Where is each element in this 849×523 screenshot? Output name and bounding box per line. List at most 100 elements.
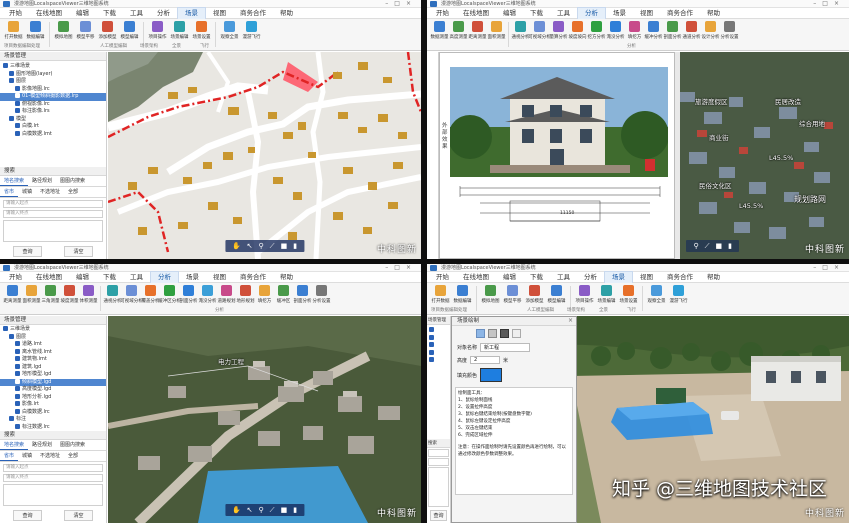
- menu-item[interactable]: 编辑: [496, 8, 523, 19]
- tree-node[interactable]: 三维场景: [0, 326, 106, 334]
- polygon-icon[interactable]: ■: [281, 504, 288, 516]
- start-input[interactable]: 请输入起点: [3, 200, 103, 208]
- map-view[interactable]: ✋ ↖ ⚲ ⟋ ■ ▮ 中科图新: [108, 52, 421, 259]
- menu-item[interactable]: 在线地图: [29, 272, 69, 283]
- menu-item[interactable]: 商务合作: [233, 272, 273, 283]
- ribbon-button[interactable]: 观察全景: [219, 21, 240, 48]
- menu-item[interactable]: 视图: [206, 272, 233, 283]
- ribbon-button[interactable]: 地形规划: [236, 285, 255, 312]
- query-button[interactable]: 查询: [430, 510, 447, 521]
- tree-node[interactable]: 高度模型.lgd: [0, 386, 106, 394]
- height-input[interactable]: 2: [470, 356, 501, 364]
- menu-item-active[interactable]: 场景: [177, 7, 206, 19]
- menu-item[interactable]: 视图: [633, 272, 660, 283]
- ribbon-button[interactable]: 量算分析: [549, 21, 568, 48]
- ribbon-button[interactable]: 缓冲区: [274, 285, 293, 312]
- checkbox-icon[interactable]: [9, 78, 14, 83]
- tree-node[interactable]: 建筑物.lmt: [0, 356, 106, 364]
- ribbon-button[interactable]: 模型平移: [75, 21, 96, 48]
- tree-node[interactable]: 白模数据.lrc: [0, 408, 106, 417]
- ribbon-button[interactable]: 挖方分析: [587, 21, 606, 48]
- menu-item[interactable]: 场景: [606, 8, 633, 19]
- query-button[interactable]: 查询: [13, 510, 42, 521]
- menu-item[interactable]: 分析: [150, 8, 177, 19]
- tab-place-search[interactable]: 地名搜索: [0, 440, 29, 450]
- checkbox-icon[interactable]: [9, 115, 14, 121]
- tree-node[interactable]: 道路.lmt: [0, 341, 106, 349]
- tree-node[interactable]: [429, 342, 448, 350]
- ribbon-button[interactable]: 体积测量: [79, 285, 98, 312]
- clear-button[interactable]: 清空: [64, 510, 93, 521]
- window-controls[interactable]: –□×: [385, 264, 417, 272]
- menu-item-active[interactable]: 分析: [150, 271, 179, 283]
- tree-node[interactable]: 图层: [0, 78, 106, 86]
- checkbox-icon[interactable]: [15, 130, 20, 136]
- menu-item[interactable]: 商务合作: [233, 8, 273, 19]
- start-input[interactable]: [428, 449, 449, 457]
- end-input[interactable]: 请输入终点: [3, 210, 103, 218]
- menu-item[interactable]: 开始: [429, 272, 456, 283]
- ribbon-button[interactable]: 模型平移: [502, 285, 523, 312]
- pin-icon[interactable]: ⚲: [259, 504, 264, 516]
- extrude-icon[interactable]: [500, 329, 509, 338]
- menu-item-active[interactable]: 场景: [604, 271, 633, 283]
- tree-node[interactable]: 图层: [0, 333, 106, 342]
- dialog-close-icon[interactable]: ×: [568, 317, 573, 324]
- ribbon-button[interactable]: 缓冲分析: [644, 21, 663, 48]
- menu-item[interactable]: 开始: [429, 8, 456, 19]
- ribbon-button[interactable]: 距离测量: [468, 21, 487, 48]
- scene-view[interactable]: 电力工程 ✋ ↖ ⚲ ⟋ ■ ▮ 中科图新: [108, 316, 421, 523]
- subtab[interactable]: 全部: [64, 451, 82, 461]
- ribbon-button[interactable]: 分析设置: [720, 21, 739, 48]
- checkbox-icon[interactable]: [9, 70, 14, 76]
- tree-node[interactable]: 地形模型.lgd: [0, 371, 106, 379]
- ribbon-button[interactable]: 通道分析: [682, 21, 701, 48]
- menu-item[interactable]: 开始: [2, 8, 29, 19]
- pin-icon[interactable]: ⚲: [693, 240, 698, 252]
- ribbon-button[interactable]: 高度测量: [449, 21, 468, 48]
- name-input[interactable]: 新工程: [480, 343, 531, 352]
- tree-node[interactable]: 图形地图(layer): [0, 70, 106, 79]
- polyline-icon[interactable]: [476, 329, 485, 338]
- checkbox-icon[interactable]: [3, 63, 8, 68]
- menu-item[interactable]: 编辑: [69, 8, 96, 19]
- chart-icon[interactable]: ▮: [728, 240, 732, 252]
- subtab[interactable]: 城镇: [18, 451, 36, 461]
- tree-node-selected[interactable]: 倾斜模型.lgd: [0, 378, 106, 386]
- subtab[interactable]: 省市: [0, 451, 19, 461]
- ribbon-button[interactable]: 观察全景: [646, 285, 667, 312]
- checkbox-icon[interactable]: [15, 85, 20, 91]
- tab-route[interactable]: 路径规划: [28, 440, 56, 450]
- line-icon[interactable]: ⟋: [705, 240, 710, 252]
- select-icon[interactable]: ↖: [247, 240, 253, 252]
- tab-in-map[interactable]: 图图内搜索: [56, 440, 89, 450]
- pan-icon[interactable]: ✋: [232, 504, 241, 516]
- checkbox-icon[interactable]: [15, 108, 20, 113]
- ribbon-button[interactable]: 填挖方: [255, 285, 274, 312]
- menu-item[interactable]: 场景: [179, 272, 206, 283]
- menu-item[interactable]: 在线地图: [29, 8, 69, 19]
- ribbon-button[interactable]: 设计分析: [701, 21, 720, 48]
- menu-item[interactable]: 分析: [577, 272, 604, 283]
- window-controls[interactable]: –□×: [813, 264, 845, 272]
- tree-node[interactable]: 模型: [0, 115, 106, 124]
- tree-node[interactable]: [429, 334, 448, 343]
- tree-node[interactable]: 标注数据.lrc: [0, 423, 106, 432]
- menu-item[interactable]: 工具: [123, 8, 150, 19]
- window-controls[interactable]: –□×: [813, 0, 845, 8]
- menu-item[interactable]: 在线地图: [456, 8, 496, 19]
- ribbon-button[interactable]: 可视域分析: [528, 21, 551, 48]
- tab-route[interactable]: 路径规划: [28, 176, 56, 186]
- tree-node[interactable]: 白模数据.lmt: [0, 130, 106, 139]
- menu-item[interactable]: 编辑: [69, 272, 96, 283]
- tree-node[interactable]: [429, 349, 448, 358]
- tree-node[interactable]: 标注: [0, 416, 106, 424]
- pin-icon[interactable]: ⚲: [259, 240, 264, 252]
- menu-item[interactable]: 视图: [206, 8, 233, 19]
- ribbon-button[interactable]: 距离测量: [3, 285, 22, 312]
- subtab[interactable]: 全部: [64, 187, 82, 197]
- scene-view[interactable]: 外部效果 11150 旅游度假区 民居改造 商业街 L45.5% L45.5% …: [439, 52, 849, 259]
- ribbon-button[interactable]: 模拟地图: [53, 21, 74, 48]
- tree-node[interactable]: [429, 357, 448, 365]
- menu-item[interactable]: 帮助: [273, 8, 300, 19]
